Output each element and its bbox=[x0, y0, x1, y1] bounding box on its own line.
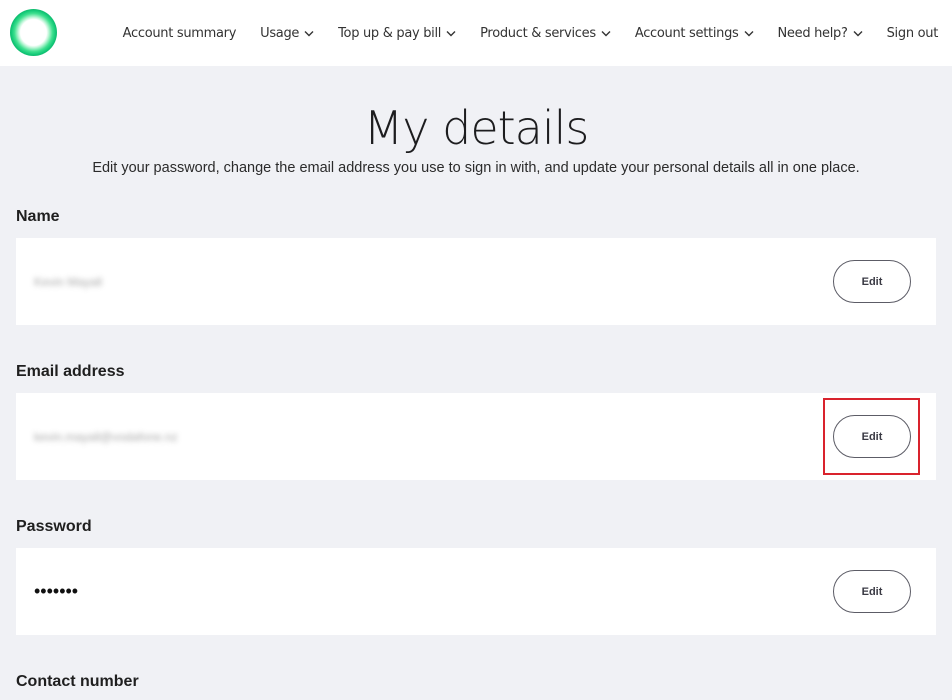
nav-top-up-pay-bill[interactable]: Top up & pay bill bbox=[338, 26, 456, 41]
top-header: Account summary Usage Top up & pay bill … bbox=[0, 0, 952, 66]
page-subtitle: Edit your password, change the email add… bbox=[92, 160, 860, 176]
nav-label: Sign out bbox=[886, 25, 939, 41]
name-value: Kevin Mayall bbox=[34, 274, 103, 289]
nav-label: Need help? bbox=[777, 25, 848, 41]
edit-email-button[interactable]: Edit bbox=[833, 415, 911, 458]
chevron-down-icon bbox=[304, 30, 314, 37]
section-label-contact: Contact number bbox=[16, 673, 139, 690]
chevron-down-icon bbox=[744, 30, 754, 37]
section-label-password: Password bbox=[16, 518, 92, 535]
edit-password-button[interactable]: Edit bbox=[833, 570, 911, 613]
nav-label: Product & services bbox=[480, 25, 596, 41]
password-value: ••••••• bbox=[34, 581, 79, 601]
section-label-name: Name bbox=[16, 208, 60, 225]
nav-label: Account settings bbox=[634, 25, 739, 41]
email-value: kevin.mayall@vodafone.nz bbox=[34, 429, 178, 444]
edit-name-button[interactable]: Edit bbox=[833, 260, 911, 303]
nav-label: Top up & pay bill bbox=[338, 25, 442, 41]
nav-product-services[interactable]: Product & services bbox=[480, 26, 611, 41]
nav-sign-out[interactable]: Sign out bbox=[886, 25, 939, 41]
name-card: Kevin Mayall Edit bbox=[16, 238, 936, 325]
chevron-down-icon bbox=[853, 30, 863, 37]
nav-need-help[interactable]: Need help? bbox=[778, 26, 863, 41]
password-card: ••••••• Edit bbox=[16, 548, 936, 635]
main-nav: Account summary Usage Top up & pay bill … bbox=[122, 0, 939, 66]
nav-label: Usage bbox=[260, 25, 300, 41]
chevron-down-icon bbox=[446, 30, 456, 37]
email-card: kevin.mayall@vodafone.nz Edit bbox=[16, 393, 936, 480]
nav-account-summary[interactable]: Account summary bbox=[122, 25, 237, 41]
chevron-down-icon bbox=[601, 30, 611, 37]
nav-account-settings[interactable]: Account settings bbox=[635, 26, 754, 41]
nav-label: Account summary bbox=[122, 25, 237, 41]
page-title: My details bbox=[363, 101, 590, 155]
section-label-email: Email address bbox=[16, 363, 125, 380]
brand-logo[interactable] bbox=[10, 9, 57, 56]
nav-usage[interactable]: Usage bbox=[260, 26, 314, 41]
